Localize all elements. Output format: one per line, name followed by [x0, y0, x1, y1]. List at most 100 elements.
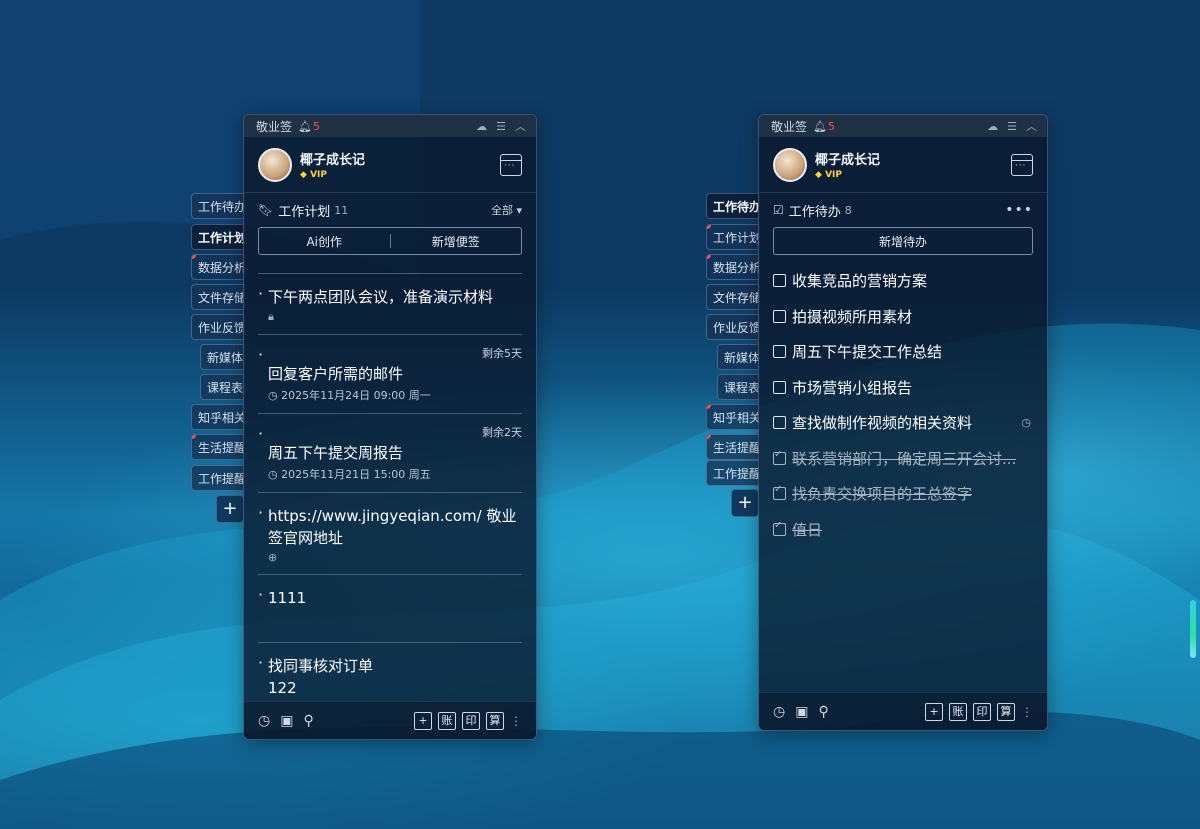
- filter-dropdown[interactable]: 全部 ▾: [491, 202, 522, 218]
- menu-icon[interactable]: ☰: [496, 120, 506, 133]
- search-icon[interactable]: ⚲: [818, 704, 828, 720]
- side-tab-gongzuodaiban[interactable]: 工作待办: [191, 193, 245, 219]
- side-tab-wenjiancunchu[interactable]: 文件存储: [191, 284, 245, 310]
- note-item[interactable]: 找同事核对订单 122: [258, 643, 522, 701]
- side-tab-gongzuotixing[interactable]: 工作提醒: [706, 460, 760, 486]
- section-title: 工作计划: [278, 204, 331, 220]
- calendar-icon[interactable]: [1011, 153, 1033, 176]
- side-tab-kechengbiao[interactable]: 课程表: [200, 374, 245, 400]
- checkbox-checked[interactable]: [773, 449, 786, 465]
- side-tab-xinmeiti[interactable]: 新媒体: [200, 344, 245, 370]
- plus-icon[interactable]: +: [414, 711, 432, 730]
- side-tab-gongzuojihua[interactable]: 工作计划: [191, 224, 245, 250]
- remaining-days: 剩余2天: [482, 426, 522, 439]
- account-button[interactable]: 账: [949, 702, 967, 721]
- search-icon[interactable]: ⚲: [303, 713, 313, 729]
- clock-icon[interactable]: ◷: [258, 713, 270, 729]
- side-tab-xinmeiti[interactable]: 新媒体: [717, 344, 760, 370]
- checkbox[interactable]: [773, 380, 786, 394]
- archive-icon[interactable]: ▣: [280, 713, 293, 729]
- todo-item[interactable]: 周五下午提交工作总结: [773, 334, 1033, 370]
- add-category-button[interactable]: +: [216, 495, 244, 523]
- left-note-window: 敬业签 🔔︎ 5 ☁ ☰ ︿ 椰子成长记 ◆ VIP 🔖︎ 工作计划 11 全部…: [243, 114, 537, 740]
- cloud-icon[interactable]: ☁: [476, 120, 487, 133]
- notes-list: 下午两点团队会议，准备演示材料 🔒︎ 剩余5天 回复客户所需的邮件 ◷ 2025…: [258, 273, 522, 701]
- clock-icon[interactable]: ◷: [773, 704, 785, 720]
- checkbox[interactable]: [773, 345, 786, 359]
- print-button[interactable]: 印: [462, 711, 480, 730]
- window-topbar: 敬业签 🔔︎ 5 ☁ ☰ ︿: [244, 115, 536, 137]
- collapse-icon[interactable]: ︿: [515, 118, 526, 134]
- note-item[interactable]: 1111: [258, 575, 522, 643]
- checkbox[interactable]: [773, 416, 786, 430]
- clock-icon: ◷: [268, 468, 278, 481]
- checkbox-checked[interactable]: [773, 484, 786, 501]
- notification-count: 5: [312, 119, 320, 133]
- bell-icon[interactable]: 🔔︎: [298, 120, 312, 133]
- todo-item-done[interactable]: 找负责交换项目的王总签字: [773, 476, 1033, 512]
- note-item[interactable]: 剩余2天 周五下午提交周报告 ◷ 2025年11月21日 15:00 周五: [258, 414, 522, 493]
- todo-item[interactable]: 查找做制作视频的相关资料 ◷: [773, 405, 1033, 441]
- note-item[interactable]: 剩余5天 回复客户所需的邮件 ◷ 2025年11月24日 09:00 周一: [258, 335, 522, 414]
- side-tab-zuoyefankui[interactable]: 作业反馈: [191, 314, 245, 340]
- side-tab-zhihuxiangguan[interactable]: 知乎相关: [706, 404, 760, 430]
- todo-list: 收集竞品的营销方案 拍摄视频所用素材 周五下午提交工作总结 市场营销小组报告 查…: [759, 255, 1047, 547]
- side-tab-zuoyefankui[interactable]: 作业反馈: [706, 314, 760, 340]
- vip-badge: ◆ VIP: [300, 170, 327, 180]
- note-title: 回复客户所需的邮件: [268, 365, 404, 383]
- calendar-icon[interactable]: [500, 153, 522, 176]
- account-button[interactable]: 账: [438, 711, 456, 730]
- unread-dot: [192, 255, 196, 259]
- side-tab-gongzuotixing[interactable]: 工作提醒: [191, 465, 245, 491]
- todo-item[interactable]: 市场营销小组报告: [773, 370, 1033, 406]
- profile-header: 椰子成长记 ◆ VIP: [244, 137, 536, 193]
- section-count: 8: [844, 203, 852, 217]
- unread-dot: [192, 435, 196, 439]
- side-tab-zhihuxiangguan[interactable]: 知乎相关: [191, 404, 245, 430]
- scroll-indicator[interactable]: [1190, 600, 1196, 658]
- checkbox[interactable]: [773, 274, 786, 288]
- more-options-icon[interactable]: ⋮: [1021, 705, 1033, 719]
- notification-count: 5: [827, 119, 835, 133]
- note-item[interactable]: 下午两点团队会议，准备演示材料 🔒︎: [258, 274, 522, 335]
- side-tab-kechengbiao[interactable]: 课程表: [717, 374, 760, 400]
- archive-icon[interactable]: ▣: [795, 704, 808, 720]
- user-name: 椰子成长记: [300, 153, 366, 168]
- lock-icon: 🔒︎: [268, 310, 274, 323]
- avatar[interactable]: [773, 147, 807, 182]
- side-tab-shujufenxi[interactable]: 数据分析: [191, 254, 245, 280]
- clock-icon: ◷: [1021, 416, 1031, 430]
- side-tab-shenghuotixing[interactable]: 生活提醒: [191, 434, 245, 460]
- ai-create-button[interactable]: Ai创作: [259, 233, 390, 250]
- new-todo-button[interactable]: 新增待办: [774, 233, 1032, 250]
- todo-item-done[interactable]: 联系营销部门，确定周三开会讨...: [773, 441, 1033, 477]
- plus-icon[interactable]: +: [925, 702, 943, 721]
- side-tab-gongzuodaiban[interactable]: 工作待办: [706, 193, 760, 219]
- unread-dot: [707, 435, 711, 439]
- todo-item[interactable]: 拍摄视频所用素材: [773, 299, 1033, 335]
- calculator-button[interactable]: 算: [486, 711, 504, 730]
- side-tab-shujufenxi[interactable]: 数据分析: [706, 254, 760, 280]
- todo-item[interactable]: 收集竞品的营销方案: [773, 263, 1033, 299]
- side-tab-wenjiancunchu[interactable]: 文件存储: [706, 284, 760, 310]
- bookmark-icon: 🔖︎: [258, 203, 274, 217]
- side-tab-gongzuojihua[interactable]: 工作计划: [706, 224, 760, 250]
- note-title: https://www.jingyeqian.com/ 敬业签官网地址: [268, 507, 517, 547]
- add-category-button[interactable]: +: [731, 489, 759, 517]
- new-note-button[interactable]: 新增便签: [391, 233, 522, 250]
- todo-item-done[interactable]: 值日: [773, 512, 1033, 548]
- avatar[interactable]: [258, 147, 292, 182]
- checkbox[interactable]: [773, 309, 786, 323]
- cloud-icon[interactable]: ☁: [987, 120, 998, 133]
- bell-icon[interactable]: 🔔︎: [813, 120, 827, 133]
- print-button[interactable]: 印: [973, 702, 991, 721]
- collapse-icon[interactable]: ︿: [1026, 118, 1037, 134]
- menu-icon[interactable]: ☰: [1007, 120, 1017, 133]
- calculator-button[interactable]: 算: [997, 702, 1015, 721]
- side-tab-shenghuotixing[interactable]: 生活提醒: [706, 434, 760, 460]
- more-icon[interactable]: •••: [1005, 202, 1033, 218]
- checkbox-checked[interactable]: [773, 520, 786, 536]
- more-options-icon[interactable]: ⋮: [510, 714, 522, 728]
- note-item[interactable]: https://www.jingyeqian.com/ 敬业签官网地址 ⊕: [258, 493, 522, 575]
- note-title: 周五下午提交周报告: [268, 444, 404, 462]
